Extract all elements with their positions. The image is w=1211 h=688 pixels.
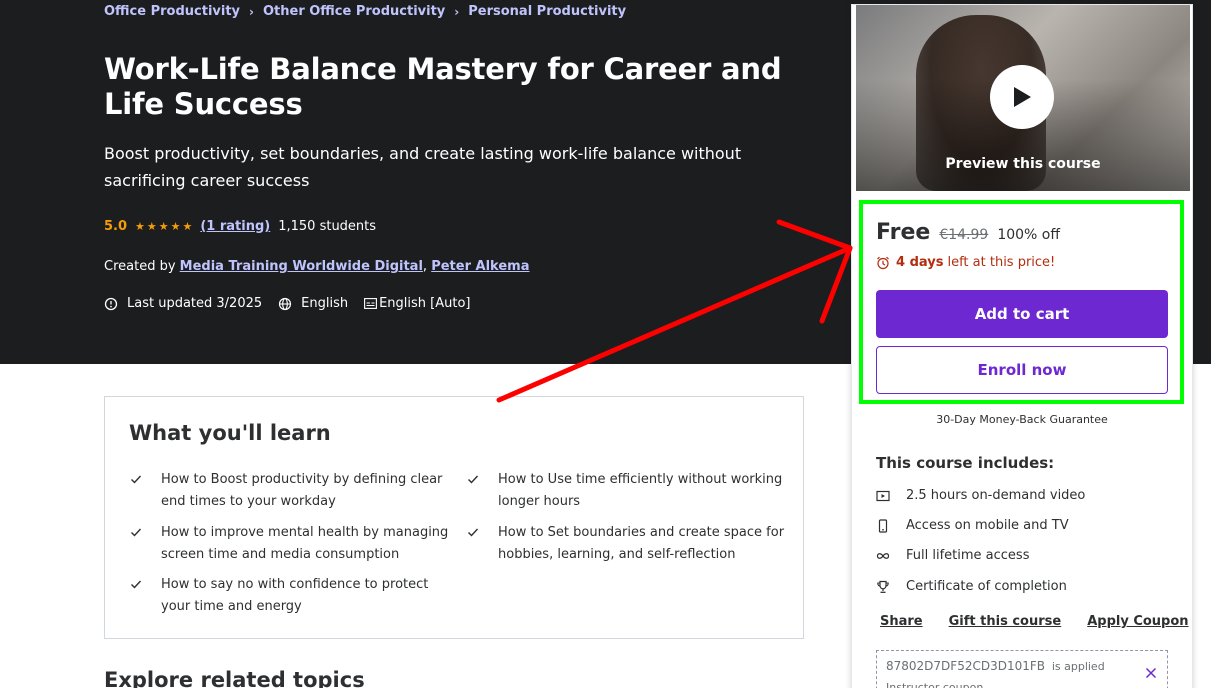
chevron-right-icon: › (249, 4, 254, 19)
course-title: Work-Life Balance Mastery for Career and… (104, 52, 782, 121)
what-you-learn-box: What you'll learn How to Boost productiv… (104, 396, 804, 639)
coupon-code-row: 87802D7DF52CD3D101FB is applied (886, 659, 1105, 673)
language: English (278, 296, 348, 311)
course-meta-row: Last updated 3/2025 English English [Aut… (104, 296, 487, 311)
gift-course-link[interactable]: Gift this course (949, 614, 1062, 629)
infinity-icon (876, 552, 890, 559)
coupon-type: Instructor coupon (886, 681, 984, 688)
chevron-right-icon: › (454, 4, 460, 19)
apply-coupon-link[interactable]: Apply Coupon (1087, 614, 1188, 629)
captions-text: English [Auto] (379, 296, 471, 311)
last-updated-text: Last updated 3/2025 (127, 296, 263, 311)
captions: English [Auto] (364, 296, 471, 311)
instructor-link-peter-alkema[interactable]: Peter Alkema (431, 259, 529, 274)
includes-item-video: 2.5 hours on-demand video (876, 488, 1085, 503)
includes-item-lifetime: Full lifetime access (876, 548, 1029, 563)
learn-item: How to say no with confidence to protect… (131, 574, 451, 618)
purchase-sidebar: Preview this course Free €14.99 100% off… (851, 4, 1193, 688)
explore-related-topics-title: Explore related topics (104, 668, 365, 688)
learn-item: How to Set boundaries and create space f… (468, 522, 788, 566)
created-by-row: Created by Media Training Worldwide Digi… (104, 259, 529, 274)
includes-item-certificate: Certificate of completion (876, 579, 1067, 594)
coupon-applied-text: is applied (1051, 660, 1105, 673)
play-icon (1014, 87, 1031, 107)
check-icon (131, 580, 142, 589)
globe-icon (279, 297, 292, 310)
money-back-guarantee: 30-Day Money-Back Guarantee (936, 413, 1108, 426)
learn-item-text: How to Use time efficiently without work… (498, 472, 783, 509)
includes-item-mobile: Access on mobile and TV (876, 518, 1069, 533)
includes-item-text: Full lifetime access (906, 548, 1030, 563)
check-icon (468, 475, 479, 484)
includes-item-text: Certificate of completion (906, 579, 1067, 594)
course-subtitle: Boost productivity, set boundaries, and … (104, 144, 742, 190)
learn-item-text: How to Set boundaries and create space f… (498, 525, 785, 562)
learn-item-text: How to say no with confidence to protect… (161, 577, 429, 614)
coupon-code: 87802D7DF52CD3D101FB (886, 659, 1045, 673)
trophy-icon (877, 580, 889, 593)
close-icon[interactable] (1145, 667, 1157, 679)
rating-value: 5.0 (104, 219, 128, 234)
sidebar-actions: Share Gift this course Apply Coupon (880, 614, 1211, 629)
rating-row: 5.0 ★★★★★ (1 rating) 1,150 students (104, 219, 376, 234)
instructor-separator: , (422, 259, 428, 274)
learn-item: How to Use time efficiently without work… (468, 469, 788, 513)
green-highlight-box (859, 200, 1184, 404)
last-updated: Last updated 3/2025 (104, 296, 262, 311)
language-text: English (301, 296, 349, 311)
instructor-link-media-training[interactable]: Media Training Worldwide Digital (180, 259, 423, 274)
includes-item-text: 2.5 hours on-demand video (906, 488, 1086, 503)
check-icon (468, 528, 479, 537)
student-count: 1,150 students (278, 219, 377, 234)
breadcrumb-item-office-productivity[interactable]: Office Productivity (104, 4, 240, 19)
alert-badge-icon (104, 297, 118, 310)
applied-coupon: 87802D7DF52CD3D101FB is applied Instruct… (876, 650, 1168, 688)
learn-item: How to Boost productivity by defining cl… (131, 469, 451, 513)
video-icon (876, 490, 890, 501)
what-you-learn-title: What you'll learn (129, 421, 331, 445)
mobile-icon (878, 518, 888, 533)
preview-label[interactable]: Preview this course (856, 156, 1190, 172)
breadcrumb: Office Productivity › Other Office Produ… (104, 4, 626, 19)
created-by-label: Created by (104, 259, 176, 274)
breadcrumb-item-personal-productivity[interactable]: Personal Productivity (468, 4, 626, 19)
learn-item-text: How to Boost productivity by defining cl… (161, 472, 443, 509)
check-icon (131, 528, 142, 537)
rating-count-link[interactable]: (1 rating) (200, 219, 270, 234)
includes-item-text: Access on mobile and TV (906, 518, 1069, 533)
learn-item-text: How to improve mental health by managing… (161, 525, 449, 562)
course-preview[interactable]: Preview this course (856, 5, 1190, 191)
breadcrumb-item-other-office-productivity[interactable]: Other Office Productivity (263, 4, 445, 19)
learn-item: How to improve mental health by managing… (131, 522, 451, 566)
course-includes-title: This course includes: (876, 454, 1055, 472)
play-button[interactable] (990, 65, 1054, 129)
share-link[interactable]: Share (880, 614, 923, 629)
check-icon (131, 475, 142, 484)
star-rating-icon: ★★★★★ (135, 220, 195, 233)
captions-icon (364, 298, 378, 309)
